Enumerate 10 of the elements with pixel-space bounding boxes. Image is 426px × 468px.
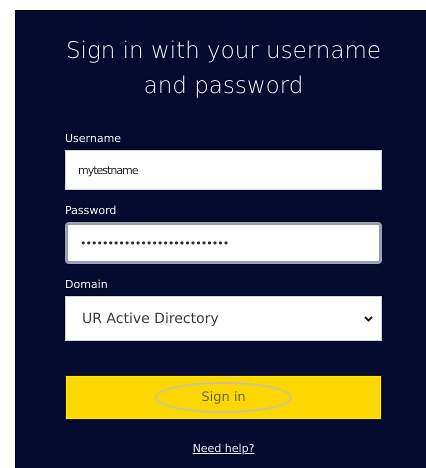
sign-in-button[interactable]: Sign in bbox=[65, 375, 382, 420]
field-label: Password bbox=[65, 204, 118, 217]
input-field[interactable]: mytestname bbox=[65, 150, 382, 190]
domain-select[interactable]: UR Active Directory bbox=[65, 296, 382, 341]
help-link[interactable]: Need help? bbox=[192, 442, 254, 455]
form-title: Sign in with your username and password bbox=[65, 37, 382, 101]
field-label: Domain bbox=[65, 278, 109, 291]
input-field[interactable]: ••••••••••••••••••••••••••• bbox=[65, 222, 382, 264]
chevron-down-icon bbox=[364, 316, 373, 322]
field-label: Username bbox=[65, 132, 122, 145]
